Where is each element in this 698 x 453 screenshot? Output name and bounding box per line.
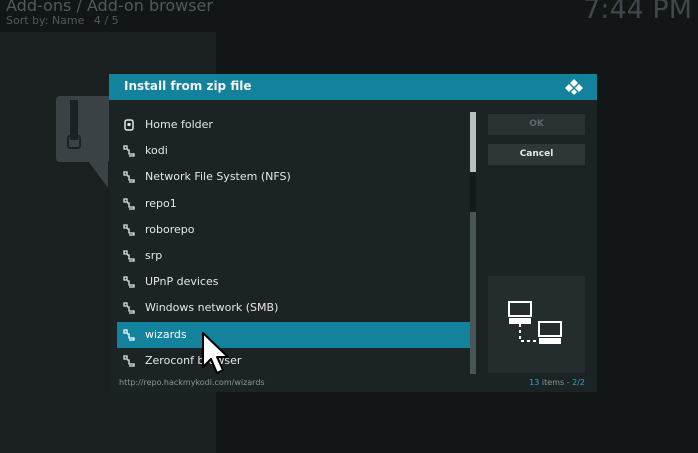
network-share-icon [123, 328, 135, 341]
list-item-label: srp [145, 248, 163, 262]
list-item-label: Windows network (SMB) [145, 301, 279, 315]
background-sort-info: Sort by: Name 4 / 5 [6, 14, 125, 27]
network-share-icon [123, 302, 135, 314]
network-share-icon [123, 250, 135, 262]
list-item-wizards[interactable]: wizards [117, 321, 470, 348]
list-item-nfs[interactable]: Network File System (NFS) [117, 164, 470, 190]
item-count: 13 items - 2/2 [529, 378, 585, 387]
dialog-title: Install from zip file [124, 79, 252, 93]
scrollbar-thumb[interactable] [470, 112, 476, 172]
item-count-number: 13 [529, 378, 540, 387]
list-item-smb[interactable]: Windows network (SMB) [117, 295, 470, 321]
list-item-label: UPnP devices [145, 275, 219, 289]
network-share-icon [123, 276, 135, 288]
position-label: 4 / 5 [93, 14, 119, 27]
network-share-icon [123, 355, 135, 367]
list-item-label: roborepo [145, 222, 195, 236]
list-item-repo1[interactable]: repo1 [117, 191, 470, 217]
network-share-icon [123, 224, 135, 236]
item-count-suffix: items - [541, 378, 573, 387]
network-share-icon [123, 197, 135, 210]
ok-button[interactable]: OK [488, 114, 585, 135]
list-item-zeroconf[interactable]: Zeroconf browser [117, 348, 470, 374]
mouse-cursor-icon [202, 332, 229, 374]
kodi-logo-icon [565, 79, 583, 95]
list-item-upnp[interactable]: UPnP devices [117, 269, 470, 295]
network-share-icon [123, 145, 135, 157]
list-scrollbar[interactable] [470, 112, 476, 374]
source-list[interactable]: Home folder kodi Network File System (NF… [117, 112, 470, 374]
list-item-roborepo[interactable]: roborepo [117, 217, 470, 243]
network-preview-panel [488, 276, 585, 373]
list-item-label: repo1 [145, 196, 177, 210]
network-share-icon [123, 171, 135, 184]
page-indicator: 2/2 [572, 378, 585, 387]
dialog-header: Install from zip file [109, 74, 597, 100]
list-item-kodi[interactable]: kodi [117, 138, 470, 164]
selected-path: http://repo.hackmykodi.com/wizards [119, 378, 265, 387]
list-item-home-folder[interactable]: Home folder [117, 112, 470, 138]
list-item-label: kodi [145, 144, 168, 158]
home-folder-icon [124, 119, 134, 131]
cancel-button[interactable]: Cancel [488, 144, 585, 165]
list-item-label: Home folder [145, 118, 213, 131]
network-computers-icon [508, 301, 562, 344]
zip-icon-fold [80, 150, 108, 188]
clock: 7:44 PM [583, 0, 692, 25]
list-item-label: wizards [145, 327, 187, 341]
sort-label: Sort by: Name [6, 14, 85, 27]
install-from-zip-dialog: Install from zip file Home folder kodi N… [109, 74, 597, 392]
scrollbar-track[interactable] [470, 212, 476, 374]
background-breadcrumb: Add-ons / Add-on browser [6, 0, 213, 15]
list-item-label: Network File System (NFS) [145, 170, 291, 184]
list-item-srp[interactable]: srp [117, 243, 470, 269]
